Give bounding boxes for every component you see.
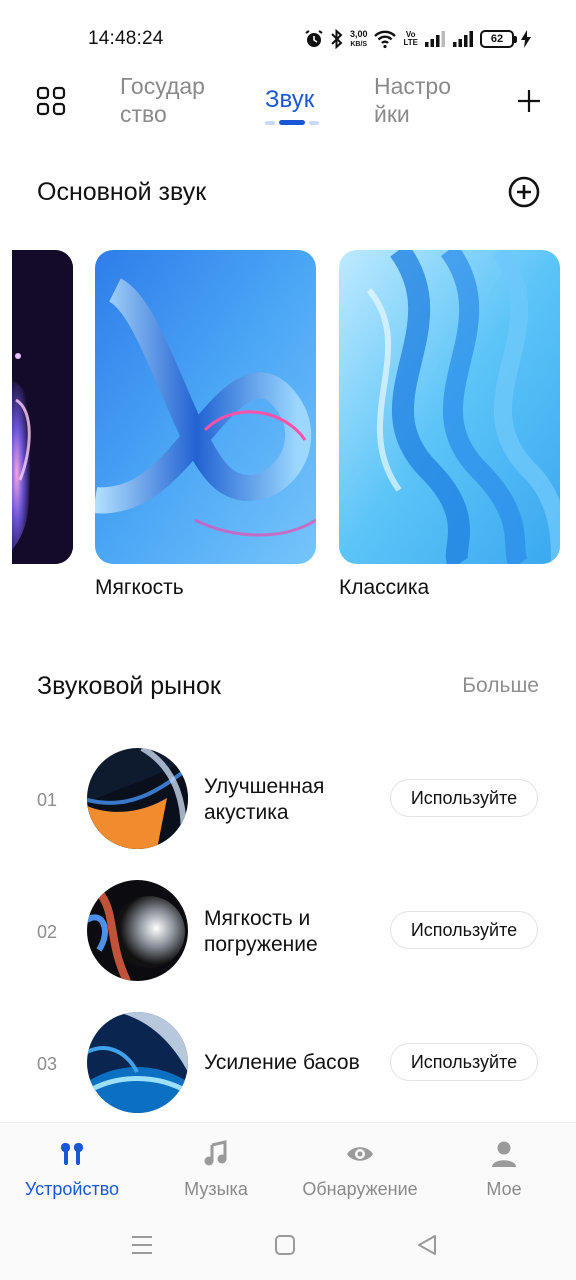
top-nav: Государ ство Звук Настро йки <box>0 66 576 142</box>
sound-market-title: Звуковой рынок <box>37 672 221 700</box>
charging-icon <box>520 29 532 49</box>
earbuds-icon <box>2 1139 142 1169</box>
tab-settings[interactable]: Настро йки <box>374 72 474 128</box>
use-button[interactable]: Используйте <box>390 779 538 817</box>
bottom-tab-label: Мое <box>486 1179 522 1199</box>
eye-icon <box>290 1139 430 1169</box>
grid-icon[interactable] <box>36 86 66 116</box>
item-title: Мягкость и погружение <box>204 907 318 956</box>
bottom-tab-music[interactable]: Музыка <box>146 1139 286 1200</box>
plus-icon[interactable] <box>516 88 542 114</box>
menu-icon[interactable] <box>131 1234 153 1261</box>
volte-bottom: LTE <box>403 38 418 47</box>
tab-sound[interactable]: Звук <box>265 86 314 114</box>
sound-card-classic[interactable] <box>339 250 560 564</box>
sound-card-soft[interactable] <box>95 250 316 564</box>
battery-icon: 62 <box>480 30 517 48</box>
bluetooth-icon <box>330 29 344 49</box>
tab-state-line2: ство <box>120 101 167 127</box>
back-icon[interactable] <box>416 1234 438 1261</box>
market-item[interactable]: 01 Улучшенная акустика Используйте <box>0 748 576 852</box>
card-label-soft: Мягкость <box>95 576 184 599</box>
net-speed-value: 3,00 <box>349 28 368 39</box>
basic-sound-title: Основной звук <box>37 178 207 206</box>
music-note-icon <box>146 1139 286 1169</box>
market-item[interactable]: 02 Мягкость и погружение Используйте <box>0 880 576 984</box>
bottom-tab-mine[interactable]: Мое <box>434 1139 574 1200</box>
more-link[interactable]: Больше <box>462 674 539 698</box>
tab-settings-line2: йки <box>374 101 410 127</box>
signal-icon-1 <box>424 30 446 48</box>
system-nav-bar <box>0 1214 576 1280</box>
item-title: Улучшенная акустика <box>204 775 325 824</box>
tab-settings-line1: Настро <box>374 73 452 99</box>
alarm-icon <box>304 29 324 49</box>
home-icon[interactable] <box>274 1234 296 1261</box>
card-label-classic: Классика <box>339 576 430 599</box>
bottom-tab-device[interactable]: Устройство <box>2 1139 142 1200</box>
item-rank: 02 <box>37 922 58 942</box>
market-item[interactable]: 03 Усиление басов Используйте <box>0 1012 576 1116</box>
item-rank: 01 <box>37 790 58 810</box>
wifi-icon <box>373 29 397 49</box>
sound-card-partial[interactable] <box>12 250 73 564</box>
status-bar: 14:48:24 3,00 KB/S Vo LTE 62 <box>0 0 576 76</box>
use-button[interactable]: Используйте <box>390 911 538 949</box>
item-title: Усиление басов <box>204 1051 360 1074</box>
volte-icon: Vo LTE <box>403 31 418 47</box>
status-time: 14:48:24 <box>88 28 164 49</box>
bottom-tab-discover[interactable]: Обнаружение <box>290 1139 430 1200</box>
tab-state[interactable]: Государ ство <box>120 72 230 128</box>
add-circle-icon[interactable] <box>508 176 540 208</box>
item-rank: 03 <box>37 1054 58 1074</box>
bottom-tab-label: Обнаружение <box>302 1179 418 1199</box>
tab-state-line1: Государ <box>120 73 205 99</box>
item-thumbnail <box>87 748 188 849</box>
bottom-tab-label: Устройство <box>24 1179 120 1199</box>
battery-level: 62 <box>490 33 504 45</box>
item-thumbnail <box>87 880 188 981</box>
item-thumbnail <box>87 1012 188 1113</box>
bottom-tab-label: Музыка <box>184 1179 248 1199</box>
bottom-nav: Устройство Музыка Обнаружение Мое <box>0 1122 576 1214</box>
tab-indicator <box>265 120 319 126</box>
net-speed-unit: KB/S <box>350 40 368 48</box>
person-icon <box>434 1139 574 1169</box>
status-icons: 3,00 KB/S Vo LTE 62 <box>304 26 532 52</box>
signal-icon-2 <box>452 30 474 48</box>
net-speed: 3,00 KB/S <box>349 28 368 49</box>
use-button[interactable]: Используйте <box>390 1043 538 1081</box>
